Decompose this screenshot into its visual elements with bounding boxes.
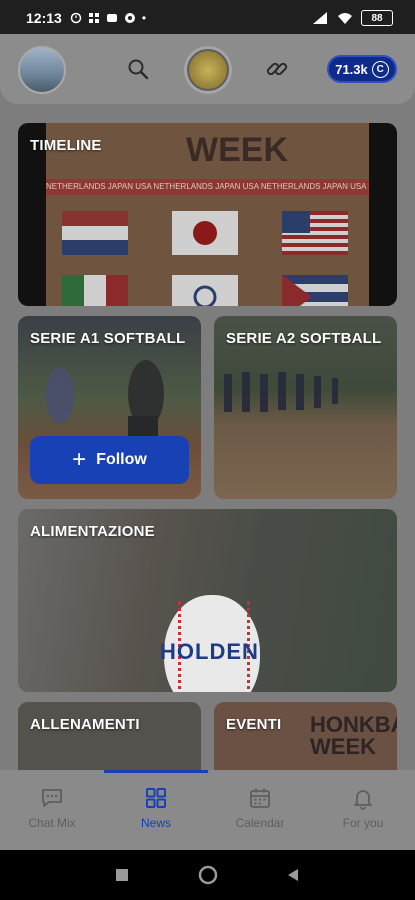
tv-icon [106,14,117,22]
italy-flag-icon [62,275,128,306]
app-icon [88,13,99,23]
plus-icon: + [72,446,87,473]
tab-label: Chat Mix [28,816,76,830]
tab-label: Calendar [235,816,285,830]
usa-flag-icon [282,211,348,255]
tab-label: News [140,816,171,830]
home-icon[interactable] [198,865,218,885]
alimentazione-card[interactable]: HOLDEN ALIMENTAZIONE [18,509,397,692]
poster-strip: NETHERLANDS JAPAN USA NETHERLANDS JAPAN … [46,179,369,195]
poster-word: WEEK [186,131,288,169]
bell-icon [354,790,372,810]
coin-symbol: C [376,63,384,75]
active-tab-indicator [104,770,208,773]
serie-a2-card[interactable]: SERIE A2 SOFTBALL [214,316,397,499]
japan-flag-icon [172,211,238,255]
ball-text: HOLDEN [160,639,259,664]
serie-a1-card[interactable]: SERIE A1 SOFTBALL + Follow [18,316,201,499]
tab-label: For you [342,816,384,830]
system-nav-bar [0,850,415,900]
netherlands-flag-icon [62,211,128,255]
wifi-icon [338,13,352,24]
shield-icon [124,13,135,23]
team-logo [187,49,229,91]
coins-value: 71.3k [335,61,368,77]
baseball-icon: HOLDEN [160,595,260,692]
card-title: EVENTI [226,716,282,733]
card-title: SERIE A1 SOFTBALL [30,330,186,347]
eventi-poster-text: HONKBALWEEK [310,714,397,758]
recent-apps-icon[interactable] [115,868,129,882]
tab-calendar[interactable]: Calendar [208,786,312,830]
battery-icon: 88 [361,10,393,26]
status-bar: 12:13 • 88 [0,0,415,36]
card-title: SERIE A2 SOFTBALL [226,330,382,347]
calendar-icon [250,788,270,808]
taiwan-logo-icon [172,275,238,306]
card-title: ALLENAMENTI [30,716,140,733]
profile-avatar[interactable] [18,46,66,94]
follow-label: Follow [96,451,147,468]
app-header: 71.3k C [0,34,415,104]
card-title: ALIMENTAZIONE [30,523,155,540]
back-icon[interactable] [286,868,300,882]
link-icon [266,62,288,76]
coins-balance-button[interactable]: 71.3k C [327,55,397,83]
card-title: TIMELINE [30,137,102,154]
battery-level: 88 [371,12,383,24]
poster-line-2: WEEK [310,734,376,759]
coin-icon: C [371,60,389,78]
cuba-flag-icon [282,275,348,306]
tab-news[interactable]: News [104,786,208,830]
link-button[interactable] [262,54,292,84]
search-icon [128,59,149,80]
tab-for-you[interactable]: For you [311,786,415,830]
signal-icon [313,12,327,24]
search-button[interactable] [123,54,153,84]
alarm-icon [70,12,82,24]
status-notification-icons: • [70,11,146,25]
team-logo-button[interactable] [184,46,232,94]
tab-chat-mix[interactable]: Chat Mix [0,786,104,830]
timeline-card[interactable]: WEEK NETHERLANDS JAPAN USA NETHERLANDS J… [18,123,397,306]
follow-button[interactable]: + Follow [30,436,189,484]
dot-icon: • [141,11,147,25]
grid-icon [146,788,166,808]
status-time: 12:13 [26,10,62,26]
chat-icon [42,789,62,807]
